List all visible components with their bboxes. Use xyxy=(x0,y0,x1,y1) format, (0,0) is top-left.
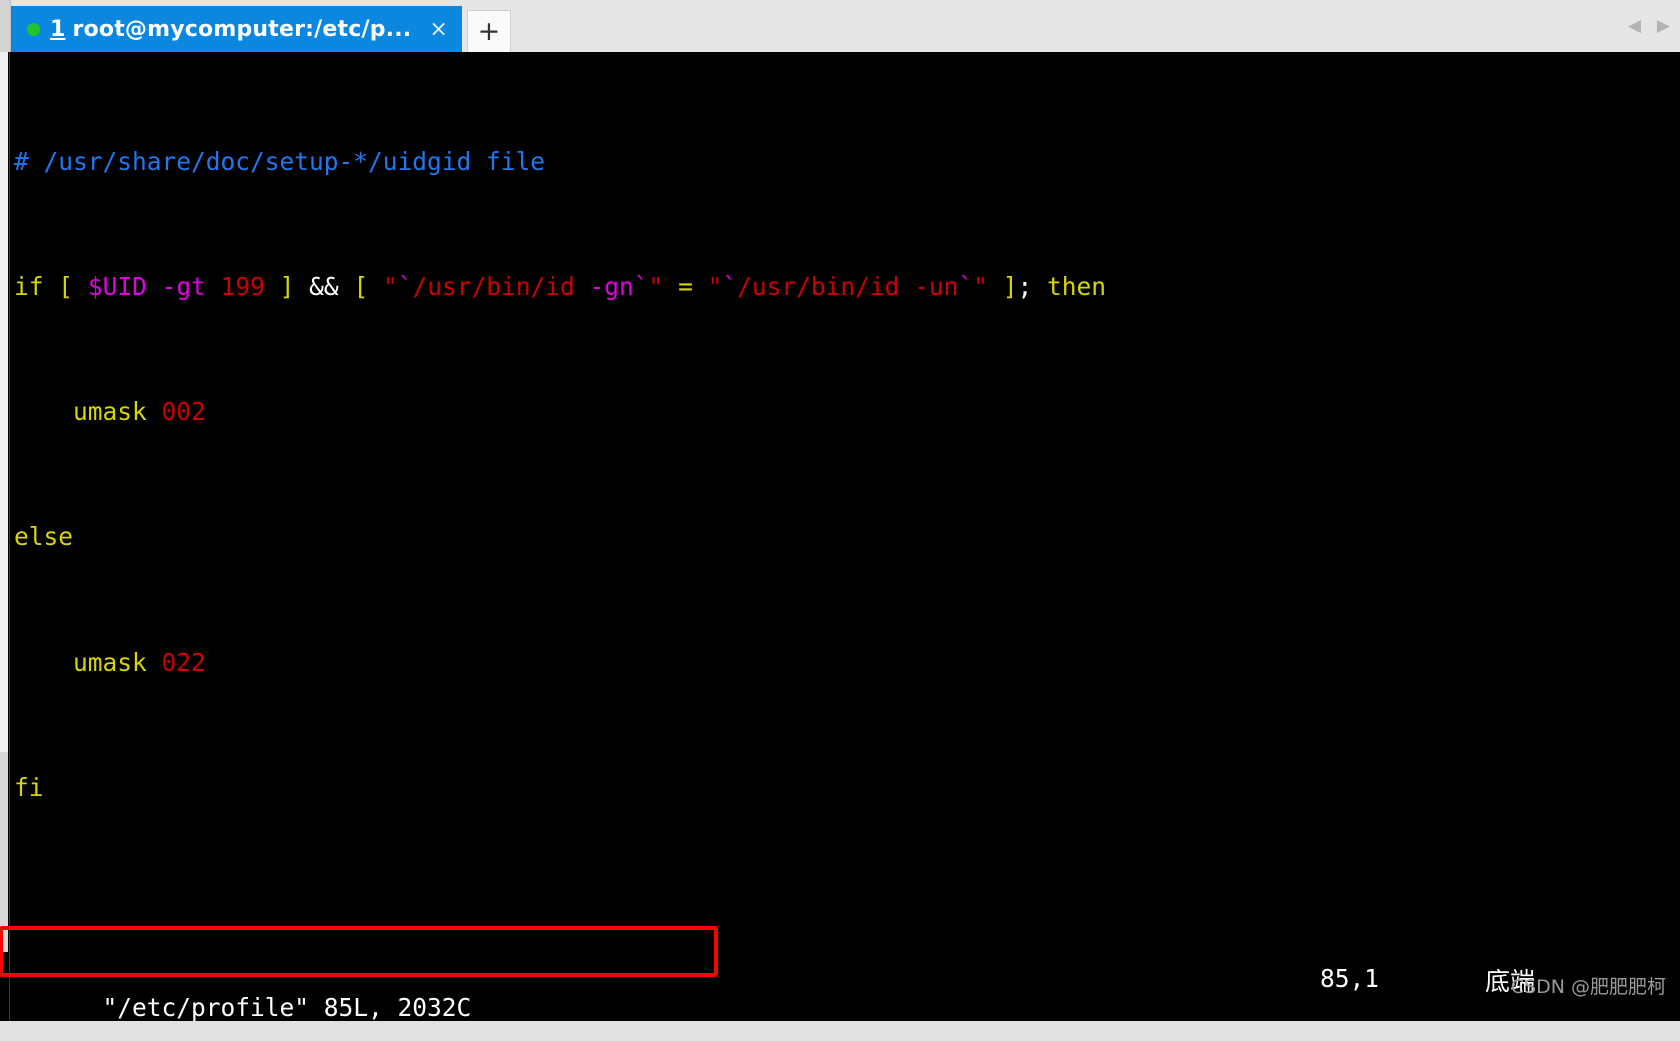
tab-index-label: 1 xyxy=(50,16,66,42)
scrollbar-track[interactable] xyxy=(0,52,8,752)
chevron-left-icon[interactable]: ◀ xyxy=(1628,16,1641,36)
tab-bar-nav: ◀ ▶ xyxy=(1628,0,1680,52)
watermark: CSDN @肥肥肥柯 xyxy=(1510,976,1666,998)
status-filename: "/etc/profile" 85L, 2032C xyxy=(102,993,472,1021)
tab-bar-spacer xyxy=(511,0,1628,52)
scrollbar-thumb[interactable] xyxy=(0,752,8,952)
code-line: fi xyxy=(14,772,44,802)
vim-status-line: "/etc/profile" 85L, 2032C 85,1 底端 xyxy=(14,964,1674,1021)
code-line: umask 022 xyxy=(73,647,206,677)
window-bottom-strip xyxy=(0,1021,1680,1041)
code-line: if [ $UID -gt 199 ] && [ "`/usr/bin/id -… xyxy=(14,272,1106,302)
terminal-window: 1 root@mycomputer:/etc/p... × + ◀ ▶ # /u… xyxy=(0,0,1680,1041)
tab-bar: 1 root@mycomputer:/etc/p... × + ◀ ▶ xyxy=(0,0,1680,52)
status-cursor-position: 85,1 xyxy=(1320,964,1380,993)
tab-bar-left-edge xyxy=(0,0,11,52)
tab-root-etc-profile[interactable]: 1 root@mycomputer:/etc/p... × xyxy=(11,6,462,52)
tab-status-dot xyxy=(27,22,40,36)
chevron-right-icon[interactable]: ▶ xyxy=(1657,16,1670,36)
code-line: umask 002 xyxy=(73,397,206,427)
vim-buffer[interactable]: # /usr/share/doc/setup-*/uidgid file if … xyxy=(14,52,1674,1021)
new-tab-button[interactable]: + xyxy=(466,10,511,52)
code-line: # /usr/share/doc/setup-*/uidgid file xyxy=(14,146,546,176)
tab-title-label: root@mycomputer:/etc/p... xyxy=(72,16,412,42)
code-line: else xyxy=(14,522,74,552)
close-icon[interactable]: × xyxy=(425,17,452,42)
scrollbar[interactable] xyxy=(0,52,10,1021)
terminal-screen[interactable]: # /usr/share/doc/setup-*/uidgid file if … xyxy=(0,52,1680,1021)
